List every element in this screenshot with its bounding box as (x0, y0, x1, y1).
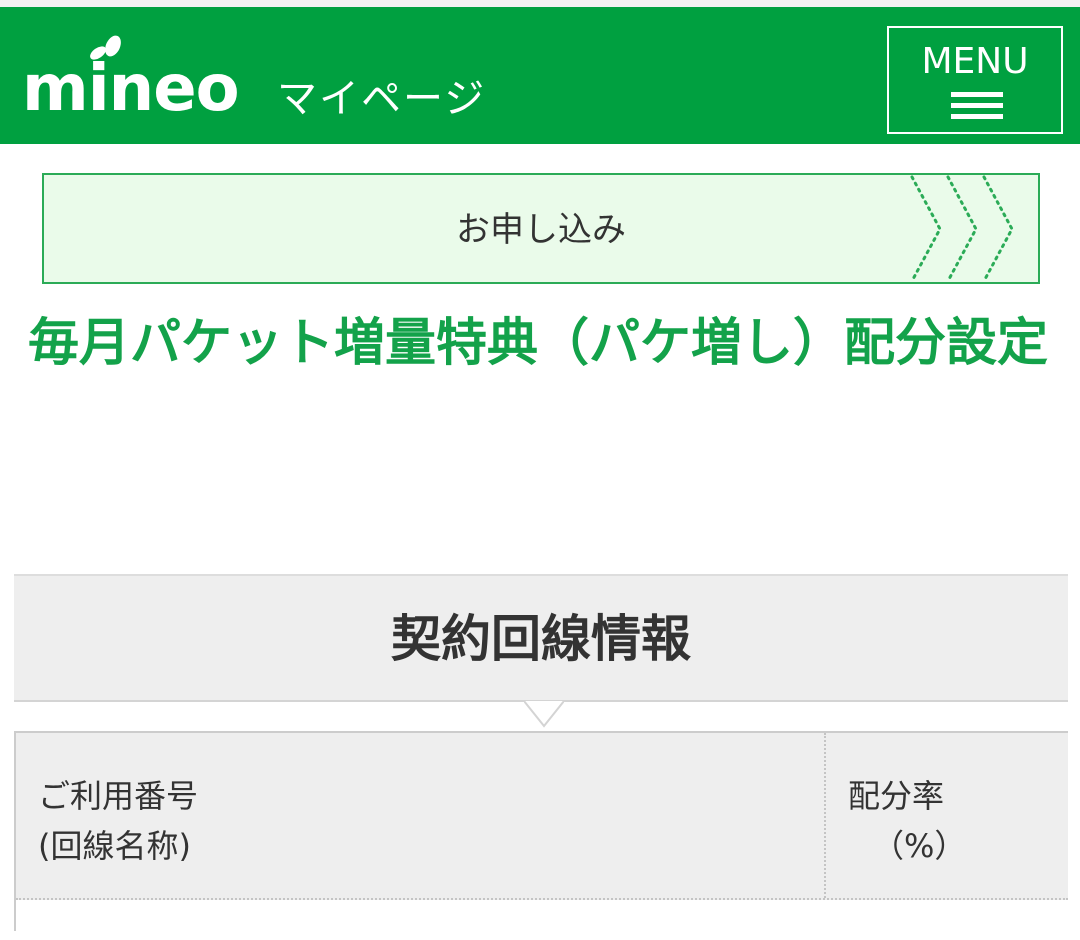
header-line-number: ご利用番号 (回線名称) (38, 771, 198, 871)
mineo-mypage-logo[interactable]: mineo マイページ (22, 33, 502, 133)
logo-wordmark: mineo (22, 52, 240, 126)
table-header-row: ご利用番号 (回線名称) 配分率 （%） (16, 733, 1068, 900)
section-header: 契約回線情報 (14, 574, 1068, 702)
contract-lines-table: ご利用番号 (回線名称) 配分率 （%） (14, 731, 1068, 940)
menu-button[interactable]: MENU (887, 26, 1063, 134)
header-line-number-label: ご利用番号 (38, 777, 199, 815)
top-border (0, 0, 1080, 7)
apply-button-label: お申し込み (456, 210, 626, 250)
table-row (16, 900, 1068, 940)
site-header: mineo マイページ MENU (0, 7, 1080, 144)
section-caret-icon (524, 700, 564, 728)
header-rate-label: 配分率 (848, 777, 945, 815)
menu-label: MENU (921, 41, 1029, 82)
header-rate-unit: （%） (872, 827, 967, 865)
header-allocation-rate: 配分率 （%） (848, 771, 966, 871)
apply-button[interactable]: お申し込み (42, 173, 1040, 284)
logo-subtitle: マイページ (277, 76, 487, 122)
chevron-right-arrows-icon (910, 175, 1014, 282)
page-title: 毎月パケット増量特典（パケ増し）配分設定 (28, 314, 1049, 373)
section-title: 契約回線情報 (391, 610, 691, 668)
hamburger-icon (951, 92, 1003, 119)
header-line-name-label: (回線名称) (38, 827, 191, 865)
